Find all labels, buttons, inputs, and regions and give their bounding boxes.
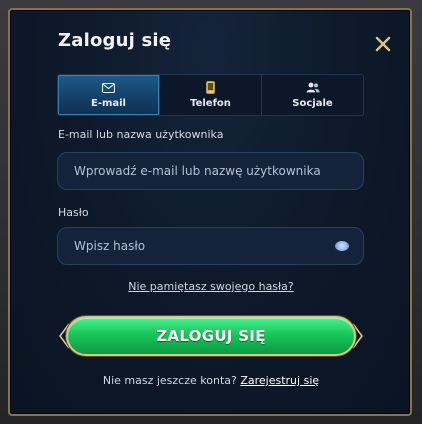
login-button-frame: ZALOGUJ SIĘ [58, 314, 364, 360]
email-field-box [57, 152, 364, 190]
email-input[interactable] [72, 163, 349, 179]
phone-icon [204, 81, 218, 94]
tab-phone-label: Telefon [190, 97, 231, 109]
close-icon[interactable] [372, 33, 394, 55]
forgot-password-link[interactable]: Nie pamiętasz swojego hasła? [0, 280, 422, 293]
show-password-eye-icon[interactable] [335, 241, 349, 251]
register-link[interactable]: Zarejestruj się [240, 374, 319, 387]
login-method-tabs: E-mail Telefon Socjale [57, 74, 364, 116]
no-account-text: Nie masz jeszcze konta? [102, 374, 237, 387]
password-field-label: Hasło [58, 206, 89, 219]
users-icon [306, 82, 320, 94]
tab-social[interactable]: Socjale [262, 75, 363, 115]
tab-phone[interactable]: Telefon [160, 75, 262, 115]
dialog-title: Zaloguj się [58, 30, 172, 51]
email-field-label: E-mail lub nazwa użytkownika [58, 128, 224, 141]
envelope-icon [102, 82, 116, 94]
tab-email-label: E-mail [90, 97, 126, 109]
tab-email[interactable]: E-mail [58, 75, 160, 115]
password-field-box [57, 227, 364, 265]
password-input[interactable] [72, 238, 335, 254]
tab-social-label: Socjale [292, 97, 333, 109]
login-button[interactable]: ZALOGUJ SIĘ [66, 316, 356, 356]
signup-prompt: Nie masz jeszcze konta? Zarejestruj się [0, 374, 422, 387]
